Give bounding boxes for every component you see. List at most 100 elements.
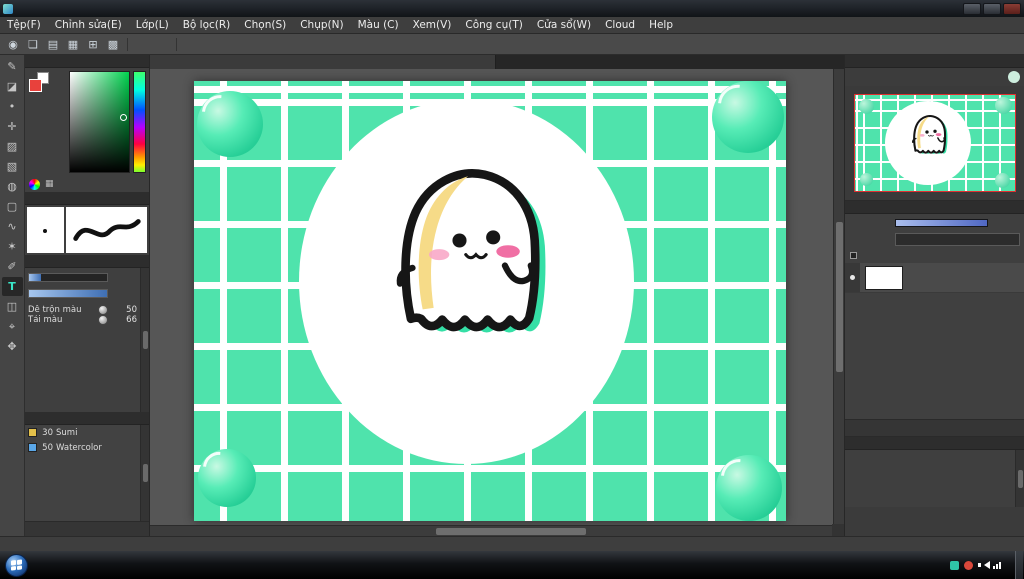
menu-item[interactable]: Help [642,19,680,31]
menu-item[interactable]: Chọn(S) [237,19,293,31]
taskbar-app[interactable] [35,553,71,578]
close-button[interactable] [1003,2,1021,15]
layers-panel [845,201,1024,437]
tool-magic-wand[interactable]: ✶ [2,237,23,256]
brush-color-swatch [28,443,37,452]
scroll-thumb[interactable] [436,527,587,535]
panel-scrollbar[interactable] [1015,450,1024,507]
scrollbar-corner [832,524,844,536]
tray-app-icon[interactable] [950,560,959,570]
menu-item[interactable]: Xem(V) [406,19,459,31]
document-tab[interactable] [150,55,496,69]
layer-visibility-toggle[interactable] [845,263,860,292]
color-wheel-icon[interactable] [29,178,40,190]
knob-control[interactable] [98,305,108,315]
tool-eyedropper[interactable]: ⌖ [2,317,23,336]
toolbar-icon-comment[interactable]: ❏ [24,36,42,52]
navigator-panel [845,55,1024,201]
saturation-value-picker[interactable] [69,71,130,173]
volume-icon[interactable] [978,560,990,570]
brush-size-number: 50 [42,442,53,453]
scroll-thumb[interactable] [142,464,148,482]
brush-name: Sumi [56,427,78,438]
right-panel-column [844,55,1024,536]
brush-opacity-slider[interactable] [28,289,108,298]
title-bar [0,0,1024,17]
tool-lasso[interactable]: ∿ [2,217,23,236]
menu-item[interactable]: Lớp(L) [129,19,176,31]
menu-item[interactable]: Cloud [598,19,642,31]
navigator-thumbnail[interactable] [853,94,1016,192]
tool-dot[interactable]: • [2,97,23,116]
canvas-viewport[interactable] [150,69,844,536]
menu-item[interactable]: Chỉnh sửa(E) [48,19,129,31]
brush-item[interactable]: 50 Watercolor [25,440,140,455]
scroll-thumb[interactable] [142,331,148,349]
thumbnail-ghost [911,114,949,155]
navigator-round-button[interactable] [1008,71,1020,83]
tool-hand[interactable]: ✥ [2,337,23,356]
layer-option-checkbox[interactable] [850,252,859,259]
tool-select[interactable]: ▢ [2,197,23,216]
toolbar-icon-grid[interactable]: ⊞ [84,36,102,52]
tool-pen[interactable]: ✎ [2,57,23,76]
maximize-button[interactable] [983,2,1001,15]
show-desktop-button[interactable] [1015,551,1023,579]
bubble-shape [196,445,256,507]
canvas-horizontal-scrollbar[interactable] [150,525,832,536]
palette-icon[interactable]: ▦ [45,179,54,189]
color-panel: ▦ [25,55,149,192]
brush-item[interactable]: 30 Sumi [25,425,140,440]
color-picker-indicator[interactable] [120,114,127,121]
tool-gradient[interactable]: ▧ [2,157,23,176]
foreground-color-swatch[interactable] [29,79,42,92]
minimize-button[interactable] [963,2,981,15]
tool-fill[interactable]: ▨ [2,137,23,156]
layer-thumbnail [865,265,903,290]
menu-item[interactable]: Tệp(F) [0,19,48,31]
redo-button[interactable] [153,36,171,52]
brush-size-option[interactable] [847,454,877,505]
toolbar-icon-pages[interactable]: ▤ [44,36,62,52]
tool-frame[interactable]: ◫ [2,297,23,316]
menu-item[interactable]: Màu (C) [351,19,406,31]
scroll-thumb[interactable] [1017,469,1023,488]
panel-scrollbar[interactable] [140,268,149,412]
bubble-shape [194,87,263,157]
menu-item[interactable]: Cửa sổ(W) [530,19,598,31]
start-button[interactable] [5,553,28,577]
app-icon [3,3,13,14]
opacity-slider[interactable] [895,218,988,227]
knob-value: 66 [126,315,137,325]
toolbar-icon-panels[interactable]: ▦ [64,36,82,52]
tool-strip: ✎ ◪ • ✛ ▨ ▧ ◍ ▢ ∿ ✶ ✐ T ◫ ⌖ ✥ [0,55,25,536]
network-icon[interactable] [993,561,1001,569]
windows-taskbar [0,551,1024,579]
layer-row[interactable] [845,263,1024,293]
blend-mode-select[interactable] [895,233,1020,246]
knob-control[interactable] [98,315,108,325]
hue-bar[interactable] [133,71,146,173]
tool-eraser[interactable]: ◪ [2,77,23,96]
undo-button[interactable] [133,36,151,52]
document-tab-bar [150,55,844,69]
menu-item[interactable]: Chụp(N) [293,19,350,31]
canvas-vertical-scrollbar[interactable] [833,69,844,524]
artwork[interactable] [194,81,786,521]
toolbar-separator [176,37,177,51]
panel-scrollbar[interactable] [140,425,149,521]
tool-move[interactable]: ✛ [2,117,23,136]
scroll-thumb[interactable] [835,221,843,372]
tool-bucket[interactable]: ◍ [2,177,23,196]
tool-select-pen[interactable]: ✐ [2,257,23,276]
toolbar-icon-materials[interactable]: ▩ [104,36,122,52]
knob-value: 50 [126,305,137,315]
brush-size-slider[interactable] [28,273,108,282]
brush-knob-row: Dễ trộn màu 50 [28,305,137,315]
brush-preview-panel [25,192,149,255]
menu-item[interactable]: Công cụ(T) [458,19,529,31]
tool-text[interactable]: T [1,277,23,296]
tray-alert-icon[interactable] [964,560,973,570]
toolbar-icon-color-mode[interactable]: ◉ [4,36,22,52]
menu-item[interactable]: Bộ lọc(R) [176,19,238,31]
